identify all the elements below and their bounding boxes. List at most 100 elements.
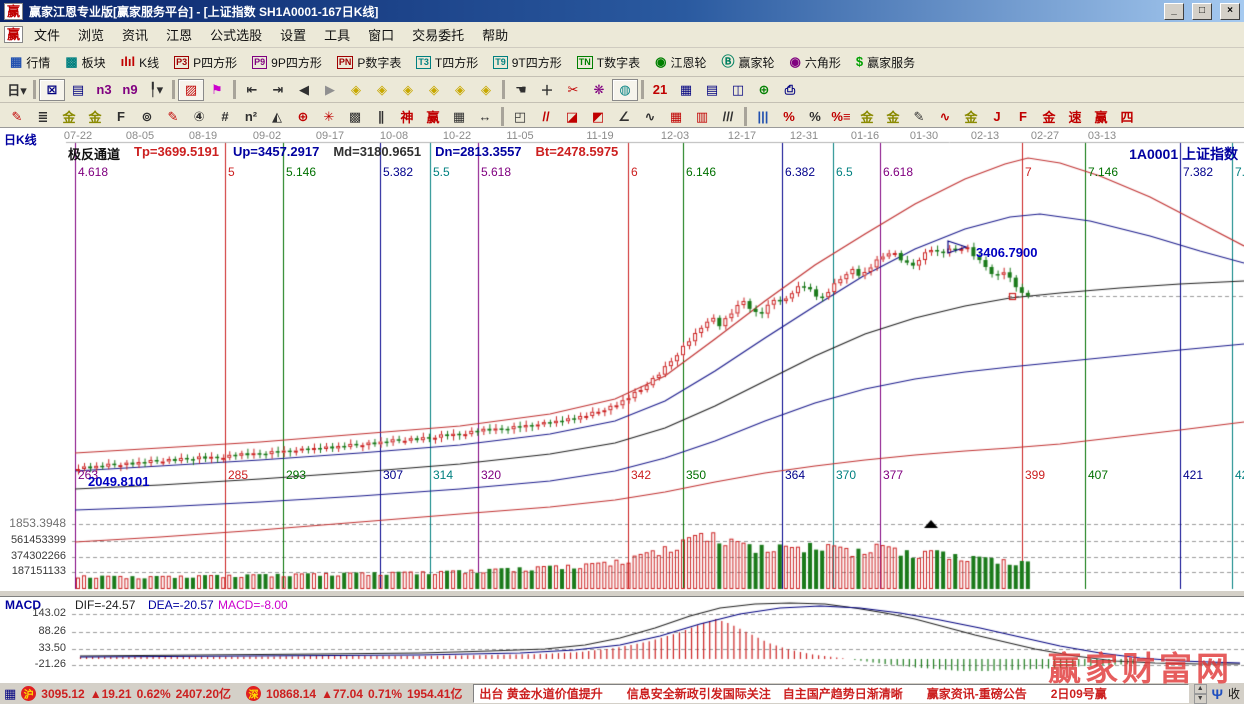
scroll-down-button[interactable]: ▼ — [1194, 694, 1207, 704]
prev-page-button[interactable]: ◀ — [291, 79, 317, 101]
menu-settings[interactable]: 设置 — [271, 23, 315, 46]
menu-window[interactable]: 窗口 — [359, 23, 403, 46]
menu-news[interactable]: 资讯 — [113, 23, 157, 46]
menu-file[interactable]: 文件 — [25, 23, 69, 46]
spiral-tool[interactable]: ⊚ — [134, 106, 160, 128]
angle-lines-tool[interactable]: ∠ — [611, 106, 637, 128]
sz-index-value[interactable]: 10868.14 — [266, 687, 316, 701]
zoom-in-button[interactable]: ◈ — [421, 79, 447, 101]
color-chart-button[interactable]: ⚑ — [204, 79, 230, 101]
calculator-button[interactable]: ▦ — [673, 79, 699, 101]
first-page-button[interactable]: ⇤ — [239, 79, 265, 101]
fan-box-tool[interactable]: ◪ — [559, 106, 585, 128]
percent-levels-tool[interactable]: %≡ — [828, 106, 854, 128]
fibonacci-tool[interactable]: F — [108, 106, 134, 128]
ying-tool[interactable]: 赢 — [420, 106, 446, 128]
scissors-tool[interactable]: ✂ — [560, 79, 586, 101]
angle-tool[interactable]: ◭ — [264, 106, 290, 128]
f-angle-tool[interactable]: F — [1010, 106, 1036, 128]
channel-tool[interactable]: ∥ — [368, 106, 394, 128]
slash-lines-tool[interactable]: /// — [715, 106, 741, 128]
market-table-icon[interactable]: ▦ — [4, 686, 16, 702]
red-grid-tool[interactable]: ▦ — [663, 106, 689, 128]
print-button[interactable]: ⎙ — [777, 79, 803, 101]
calendar-button[interactable]: 21 — [647, 79, 673, 101]
fan-lines-tool[interactable]: // — [533, 106, 559, 128]
gold-line-tool[interactable]: 金 — [958, 106, 984, 128]
fan-box-2-tool[interactable]: ◩ — [585, 106, 611, 128]
period-dropdown[interactable]: 日▾ — [4, 79, 30, 101]
gold-circle-tool[interactable]: 金 — [854, 106, 880, 128]
toolbar-9t-square-button[interactable]: T9 9T四方形 — [487, 52, 568, 73]
circle-4-tool[interactable]: ④ — [186, 106, 212, 128]
full-view-button[interactable]: ◈ — [473, 79, 499, 101]
menu-gann[interactable]: 江恩 — [157, 23, 201, 46]
toolbar-hexagon-button[interactable]: ◉ 六角形 — [783, 52, 846, 73]
toolbar-t-number-table-button[interactable]: TN T数字表 — [571, 52, 646, 73]
info-panel-button[interactable]: ▤ — [65, 79, 91, 101]
brain-tool[interactable]: ◍ — [612, 79, 638, 101]
shift-right-button[interactable]: ◈ — [369, 79, 395, 101]
ying-angle-tool[interactable]: 赢 — [1088, 106, 1114, 128]
percent-line-tool[interactable]: % — [776, 106, 802, 128]
save-button[interactable]: ◫ — [725, 79, 751, 101]
four-angle-tool[interactable]: 四 — [1114, 106, 1140, 128]
grid-tool[interactable]: # — [212, 106, 238, 128]
ruler-lines-tool[interactable]: ≣ — [30, 106, 56, 128]
pattern-box-tool[interactable]: ▨ — [178, 79, 204, 101]
gann-fan-tool[interactable]: ✳ — [316, 106, 342, 128]
last-page-button[interactable]: ⇥ — [265, 79, 291, 101]
sh-index-value[interactable]: 3095.12 — [41, 687, 84, 701]
wave-3-button[interactable]: n3 — [91, 79, 117, 101]
menu-help[interactable]: 帮助 — [473, 23, 517, 46]
toolbar-p-square-button[interactable]: P3 P四方形 — [168, 52, 243, 73]
web-update-button[interactable]: ⊕ — [751, 79, 777, 101]
compress-view-button[interactable]: ◈ — [447, 79, 473, 101]
shift-left-button[interactable]: ◈ — [343, 79, 369, 101]
price-grid-tool[interactable]: ▦ — [446, 106, 472, 128]
gold-levels-tool[interactable]: 金 — [880, 106, 906, 128]
maximize-button[interactable]: □ — [1192, 3, 1212, 20]
toolbar-gann-wheel-button[interactable]: ◉ 江恩轮 — [649, 52, 712, 73]
toolbar-winner-service-button[interactable]: $ 赢家服务 — [850, 52, 921, 73]
crosshair-tool[interactable]: ＋ — [534, 79, 560, 101]
gann-circle-tool[interactable]: ⊕ — [290, 106, 316, 128]
close-button[interactable]: × — [1220, 3, 1240, 20]
brush-tool-2[interactable]: ✎ — [160, 106, 186, 128]
speed-angle-tool[interactable]: 速 — [1062, 106, 1088, 128]
toolbar-p-number-table-button[interactable]: PN P数字表 — [331, 52, 408, 73]
zoom-out-button[interactable]: ◈ — [395, 79, 421, 101]
notes-button[interactable]: ▤ — [699, 79, 725, 101]
zone-select-tool[interactable]: ⊠ — [39, 79, 65, 101]
knot-tool[interactable]: ❋ — [586, 79, 612, 101]
menu-trade-order[interactable]: 交易委托 — [403, 23, 473, 46]
toolbar-sectors-button[interactable]: ▩ 板块 — [59, 52, 111, 73]
wave-tool[interactable]: ∿ — [637, 106, 663, 128]
percent-tool[interactable]: % — [802, 106, 828, 128]
j-angle-tool[interactable]: J — [984, 106, 1010, 128]
hand-tool[interactable]: ☚ — [508, 79, 534, 101]
red-grid-2-tool[interactable]: ▥ — [689, 106, 715, 128]
toolbar-winner-wheel-button[interactable]: Ⓑ 赢家轮 — [715, 52, 780, 73]
width-measure-tool[interactable]: ↔ — [472, 106, 498, 128]
next-page-button[interactable]: ▶ — [317, 79, 343, 101]
menu-tools[interactable]: 工具 — [315, 23, 359, 46]
menu-browse[interactable]: 浏览 — [69, 23, 113, 46]
box-select-tool[interactable]: ◰ — [507, 106, 533, 128]
toolbar-9p-square-button[interactable]: P9 9P四方形 — [246, 52, 328, 73]
candle-brush-tool[interactable]: ✎ — [906, 106, 932, 128]
n-square-tool[interactable]: n² — [238, 106, 264, 128]
scale-tool[interactable]: ||| — [750, 106, 776, 128]
toolbar-t-square-button[interactable]: T3 T四方形 — [410, 52, 484, 73]
minimize-button[interactable]: _ — [1164, 3, 1184, 20]
candle-style-dropdown[interactable]: ╿▾ — [143, 79, 169, 101]
wave-red-tool[interactable]: ∿ — [932, 106, 958, 128]
web-grid-tool[interactable]: ▩ — [342, 106, 368, 128]
menu-formula-stock-pick[interactable]: 公式选股 — [201, 23, 271, 46]
gold-angle-tool[interactable]: 金 — [1036, 106, 1062, 128]
brush-tool[interactable]: ✎ — [4, 106, 30, 128]
pane-splitter[interactable] — [0, 590, 1244, 597]
toolbar-quotes-button[interactable]: ▦ 行情 — [4, 52, 56, 73]
gold-ratio-tool-1[interactable]: 金 — [56, 106, 82, 128]
shen-tool[interactable]: 神 — [394, 106, 420, 128]
